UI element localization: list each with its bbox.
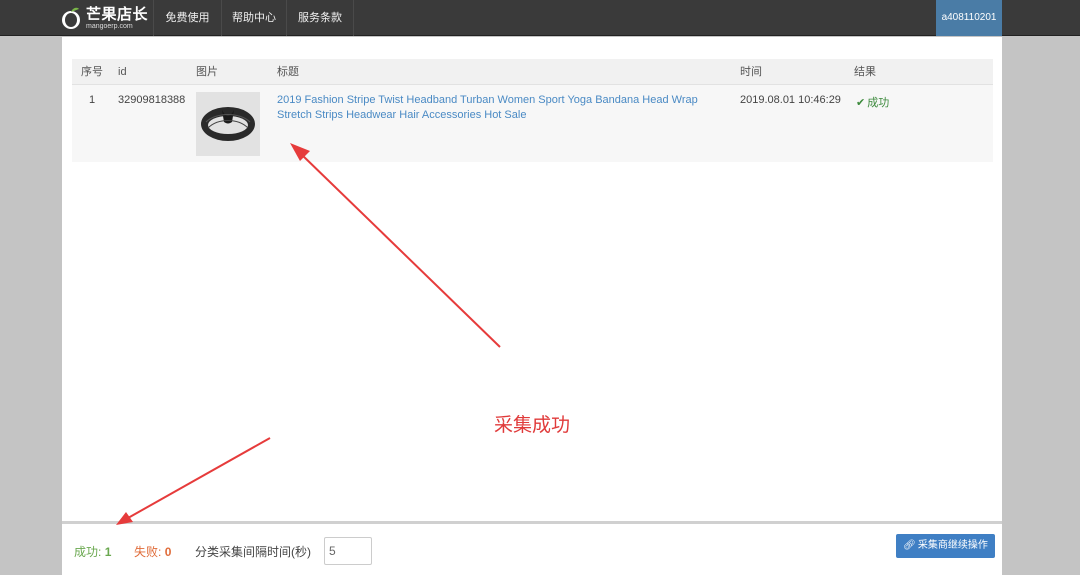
check-icon: ✔ — [856, 97, 866, 109]
header-title: 标题 — [277, 66, 299, 78]
row-index: 1 — [89, 94, 96, 106]
fail-label: 失败: — [134, 545, 162, 559]
footer-bar: 成功: 1 失败: 0 分类采集间隔时间(秒) 🔗︎采集商继续操作 — [62, 521, 1002, 575]
nav-help-center[interactable]: 帮助中心 — [221, 0, 286, 36]
interval-label: 分类采集间隔时间(秒) — [195, 545, 311, 559]
brand-name: 芒果店长 — [86, 5, 149, 23]
fail-count: 0 — [164, 545, 172, 559]
header-id: id — [118, 66, 127, 78]
nav-terms[interactable]: 服务条款 — [286, 0, 354, 36]
result-panel: 序号 id 图片 标题 时间 结果 1 32909818388 2019 Fas… — [62, 37, 1002, 521]
mango-logo-icon — [62, 7, 80, 29]
success-stat: 成功: 1 — [74, 543, 111, 560]
row-time: 2019.08.01 10:46:29 — [740, 94, 841, 106]
row-id: 32909818388 — [118, 94, 186, 106]
success-count: 1 — [104, 545, 112, 559]
product-title-link[interactable]: 2019 Fashion Stripe Twist Headband Turba… — [277, 93, 727, 123]
continue-button[interactable]: 🔗︎ 采集商继续操作 — [896, 534, 995, 558]
user-account[interactable]: a408110201 — [936, 0, 1002, 36]
product-image[interactable] — [196, 92, 260, 156]
row-result: ✔ 成功 — [856, 94, 889, 110]
link-icon: 🔗︎ — [903, 540, 916, 551]
header-image: 图片 — [196, 66, 218, 78]
success-label: 成功: — [74, 545, 102, 559]
brand-logo[interactable]: 芒果店长 mangoerp.com — [60, 4, 152, 32]
header-time: 时间 — [740, 66, 762, 78]
fail-stat: 失败: 0 — [134, 543, 171, 560]
nav-free-use[interactable]: 免费使用 — [153, 0, 221, 36]
headband-image — [196, 92, 260, 156]
header-result: 结果 — [854, 66, 876, 78]
header-index: 序号 — [81, 66, 103, 78]
annotation-text: 采集成功 — [494, 414, 571, 436]
table-header: 序号 id 图片 标题 时间 结果 — [72, 59, 993, 85]
brand-domain: mangoerp.com — [86, 22, 133, 30]
top-navbar: 芒果店长 mangoerp.com 免费使用 帮助中心 服务条款 a408110… — [0, 0, 1080, 36]
continue-button-label: 采集商继续操作 — [917, 540, 988, 551]
interval-input[interactable] — [324, 537, 372, 565]
table-row: 1 32909818388 2019 Fashion Stripe Twist … — [72, 85, 993, 162]
row-result-label: 成功 — [867, 97, 890, 109]
